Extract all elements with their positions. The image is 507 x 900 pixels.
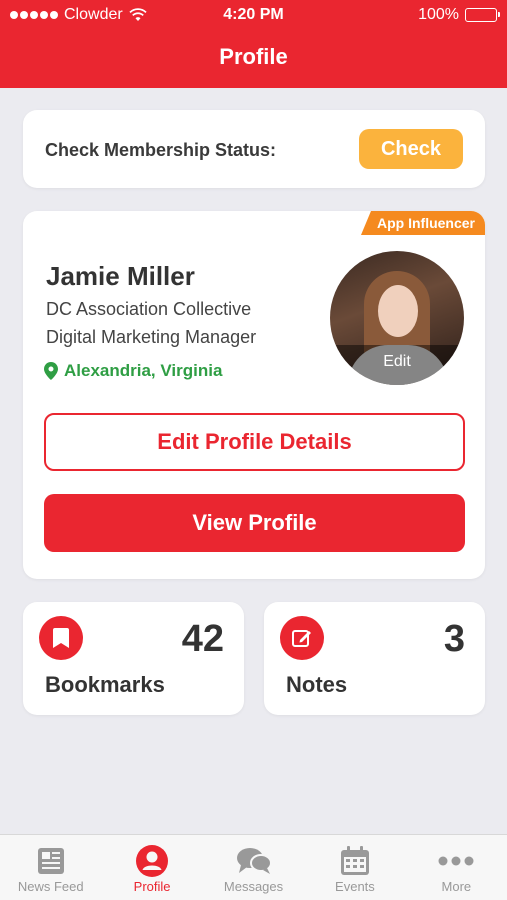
newspaper-icon xyxy=(36,843,66,879)
chat-bubbles-icon xyxy=(236,843,272,879)
location-text: Alexandria, Virginia xyxy=(64,361,223,380)
tab-more[interactable]: More xyxy=(406,835,507,900)
page-title: Profile xyxy=(219,44,288,69)
view-profile-button[interactable]: View Profile xyxy=(44,494,465,552)
battery-icon xyxy=(465,8,500,22)
bookmark-icon xyxy=(39,616,83,660)
tab-bar: News Feed Profile Messages Events More xyxy=(0,834,507,900)
membership-card: Check Membership Status: Check xyxy=(23,110,485,188)
profile-card: App Influencer Jamie Miller DC Associati… xyxy=(23,211,485,579)
tab-messages[interactable]: Messages xyxy=(203,835,304,900)
user-icon xyxy=(135,843,169,879)
bookmarks-card[interactable]: 42 Bookmarks xyxy=(23,602,244,715)
tab-more-label: More xyxy=(441,879,472,894)
tab-profile[interactable]: Profile xyxy=(101,835,202,900)
edit-note-icon xyxy=(280,616,324,660)
calendar-icon xyxy=(339,843,371,879)
status-bar: Clowder 4:20 PM 100% xyxy=(0,0,507,30)
profile-job-title: Digital Marketing Manager xyxy=(46,327,257,347)
location-pin-icon xyxy=(44,362,58,380)
tab-profile-label: Profile xyxy=(133,879,171,894)
tab-events[interactable]: Events xyxy=(304,835,405,900)
membership-label: Check Membership Status: xyxy=(45,140,277,160)
tab-news-feed[interactable]: News Feed xyxy=(0,835,101,900)
influencer-badge: App Influencer xyxy=(360,211,485,235)
profile-organization: DC Association Collective xyxy=(46,299,252,319)
check-membership-button[interactable]: Check xyxy=(359,129,463,169)
tab-events-label: Events xyxy=(335,879,375,894)
top-bar: Clowder 4:20 PM 100% Profile xyxy=(0,0,507,88)
more-dots-icon xyxy=(438,843,474,879)
profile-name: Jamie Miller xyxy=(46,261,195,291)
avatar-edit-label[interactable]: Edit xyxy=(330,345,464,385)
avatar[interactable]: Edit xyxy=(330,251,464,385)
notes-card[interactable]: 3 Notes xyxy=(264,602,485,715)
tab-messages-label: Messages xyxy=(223,879,284,894)
bookmarks-count: 42 xyxy=(181,618,224,660)
battery-info: 100% xyxy=(418,6,500,24)
bookmarks-label: Bookmarks xyxy=(45,672,165,697)
tab-news-feed-label: News Feed xyxy=(17,879,84,894)
profile-location: Alexandria, Virginia xyxy=(44,361,222,381)
notes-label: Notes xyxy=(286,672,348,697)
edit-profile-details-button[interactable]: Edit Profile Details xyxy=(44,413,465,471)
battery-percent: 100% xyxy=(418,6,459,23)
notes-count: 3 xyxy=(443,618,465,660)
